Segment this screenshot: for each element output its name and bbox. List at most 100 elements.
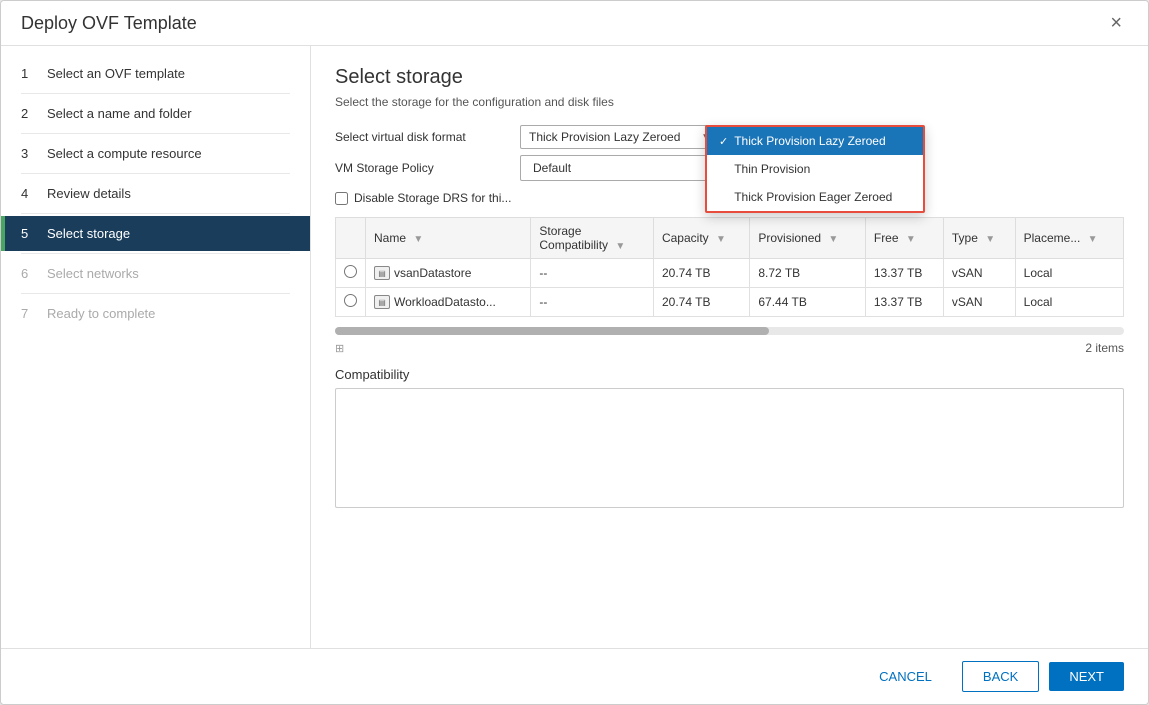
filter-icon-type[interactable]: ▼ [985, 234, 995, 245]
table-body: ▤vsanDatastore -- 20.74 TB 8.72 TB 13.37… [336, 259, 1124, 317]
disk-format-dropdown-container: Thick Provision Lazy Zeroed ▼ ✓ Thick Pr… [520, 125, 740, 149]
page-title: Select storage [335, 66, 1124, 89]
step-num-1: 1 [21, 66, 37, 81]
disk-option-label-thin: Thin Provision [734, 162, 810, 176]
sidebar-step-7: 7 Ready to complete [1, 296, 310, 331]
compatibility-label: Compatibility [335, 367, 1124, 382]
disk-format-label: Select virtual disk format [335, 130, 520, 144]
step-divider [21, 213, 290, 214]
row-radio-1[interactable] [336, 288, 366, 317]
vm-storage-label: VM Storage Policy [335, 161, 520, 175]
storage-radio-1[interactable] [344, 294, 357, 307]
step-label-1: Select an OVF template [47, 66, 185, 81]
scroll-thumb[interactable] [335, 327, 769, 335]
row-radio-0[interactable] [336, 259, 366, 288]
disable-drs-label[interactable]: Disable Storage DRS for thi... [354, 191, 511, 205]
table-row[interactable]: ▤vsanDatastore -- 20.74 TB 8.72 TB 13.37… [336, 259, 1124, 288]
items-count: 2 items [1085, 341, 1124, 355]
step-label-6: Select networks [47, 266, 139, 281]
main-content: Select storage Select the storage for th… [311, 46, 1148, 648]
resize-icon[interactable]: ⊞ [335, 342, 344, 355]
modal-body: 1 Select an OVF template 2Select a name an… [1, 46, 1148, 648]
modal-header: Deploy OVF Template × [1, 1, 1148, 46]
vm-storage-dropdown-container: Default [520, 155, 720, 181]
next-button[interactable]: NEXT [1049, 662, 1124, 691]
datastore-icon-0: ▤ [374, 266, 390, 280]
horizontal-scrollbar[interactable] [335, 327, 1124, 335]
sidebar: 1 Select an OVF template 2Select a name an… [1, 46, 311, 648]
compatibility-section: Compatibility [335, 367, 1124, 508]
step-num-5: 5 [21, 226, 37, 241]
step-num-7: 7 [21, 306, 37, 321]
col-free[interactable]: Free ▼ [865, 218, 943, 259]
disable-drs-checkbox[interactable] [335, 192, 348, 205]
step-divider [21, 133, 290, 134]
col-name[interactable]: Name ▼ [366, 218, 531, 259]
row-capacity-1: 20.74 TB [653, 288, 749, 317]
step-label-4: Review details [47, 186, 131, 201]
step-label-3: Select a compute resource [47, 146, 202, 161]
table-header-row: Name ▼ StorageCompatibility ▼ Capacity ▼… [336, 218, 1124, 259]
sidebar-step-1[interactable]: 1 Select an OVF template [1, 56, 310, 91]
deploy-ovf-modal: Deploy OVF Template × 1 Select an OVF tem… [0, 0, 1149, 705]
sidebar-step-6: 6Select networks [1, 256, 310, 291]
step-divider [21, 253, 290, 254]
table-row[interactable]: ▤WorkloadDatasto... -- 20.74 TB 67.44 TB… [336, 288, 1124, 317]
col-placement[interactable]: Placeme... ▼ [1015, 218, 1123, 259]
modal-footer: CANCEL BACK NEXT [1, 648, 1148, 704]
col-capacity[interactable]: Capacity ▼ [653, 218, 749, 259]
disk-format-row: Select virtual disk format Thick Provisi… [335, 125, 1124, 149]
filter-icon-capacity[interactable]: ▼ [716, 234, 726, 245]
col-radio [336, 218, 366, 259]
filter-icon-name[interactable]: ▼ [413, 234, 423, 245]
back-button[interactable]: BACK [962, 661, 1039, 692]
disk-option-label-eager: Thick Provision Eager Zeroed [734, 190, 892, 204]
filter-icon-free[interactable]: ▼ [906, 234, 916, 245]
row-type-0: vSAN [943, 259, 1015, 288]
step-num-4: 4 [21, 186, 37, 201]
cancel-button[interactable]: CANCEL [859, 662, 952, 691]
row-capacity-0: 20.74 TB [653, 259, 749, 288]
section-subtitle: Select the storage for the configuration… [335, 95, 1124, 109]
col-storage-compat[interactable]: StorageCompatibility ▼ [531, 218, 654, 259]
step-label-2: Select a name and folder [47, 106, 192, 121]
row-placement-0: Local [1015, 259, 1123, 288]
close-button[interactable]: × [1104, 11, 1128, 35]
disk-option-thick-lazy[interactable]: ✓ Thick Provision Lazy Zeroed [707, 127, 923, 155]
row-provisioned-1: 67.44 TB [750, 288, 865, 317]
disk-format-value: Thick Provision Lazy Zeroed [529, 130, 680, 144]
sidebar-step-3[interactable]: 3Select a compute resource [1, 136, 310, 171]
row-placement-1: Local [1015, 288, 1123, 317]
row-compat-0: -- [531, 259, 654, 288]
resize-handle: ⊞ [335, 342, 344, 355]
step-divider [21, 173, 290, 174]
col-type[interactable]: Type ▼ [943, 218, 1015, 259]
table-header: Name ▼ StorageCompatibility ▼ Capacity ▼… [336, 218, 1124, 259]
datastore-icon-1: ▤ [374, 295, 390, 309]
vm-storage-select[interactable]: Default [520, 155, 720, 181]
disk-option-thin[interactable]: ✓ Thin Provision [707, 155, 923, 183]
storage-radio-0[interactable] [344, 265, 357, 278]
row-free-1: 13.37 TB [865, 288, 943, 317]
row-compat-1: -- [531, 288, 654, 317]
active-step-bar [1, 216, 5, 251]
sidebar-step-4[interactable]: 4 Review details [1, 176, 310, 211]
row-name-1: ▤WorkloadDatasto... [366, 288, 531, 317]
step-divider [21, 293, 290, 294]
modal-title: Deploy OVF Template [21, 13, 197, 34]
step-label-5: Select storage [47, 226, 130, 241]
filter-icon-compat[interactable]: ▼ [615, 241, 625, 252]
filter-icon-provisioned[interactable]: ▼ [828, 234, 838, 245]
step-divider [21, 93, 290, 94]
disk-option-thick-eager[interactable]: ✓ Thick Provision Eager Zeroed [707, 183, 923, 211]
compatibility-box [335, 388, 1124, 508]
check-icon: ✓ [719, 135, 728, 148]
sidebar-step-5[interactable]: 5 Select storage [1, 216, 310, 251]
filter-icon-placement[interactable]: ▼ [1088, 234, 1098, 245]
col-provisioned[interactable]: Provisioned ▼ [750, 218, 865, 259]
storage-table: Name ▼ StorageCompatibility ▼ Capacity ▼… [335, 217, 1124, 317]
disk-option-label: Thick Provision Lazy Zeroed [734, 134, 885, 148]
sidebar-step-2[interactable]: 2Select a name and folder [1, 96, 310, 131]
step-label-7: Ready to complete [47, 306, 155, 321]
row-type-1: vSAN [943, 288, 1015, 317]
